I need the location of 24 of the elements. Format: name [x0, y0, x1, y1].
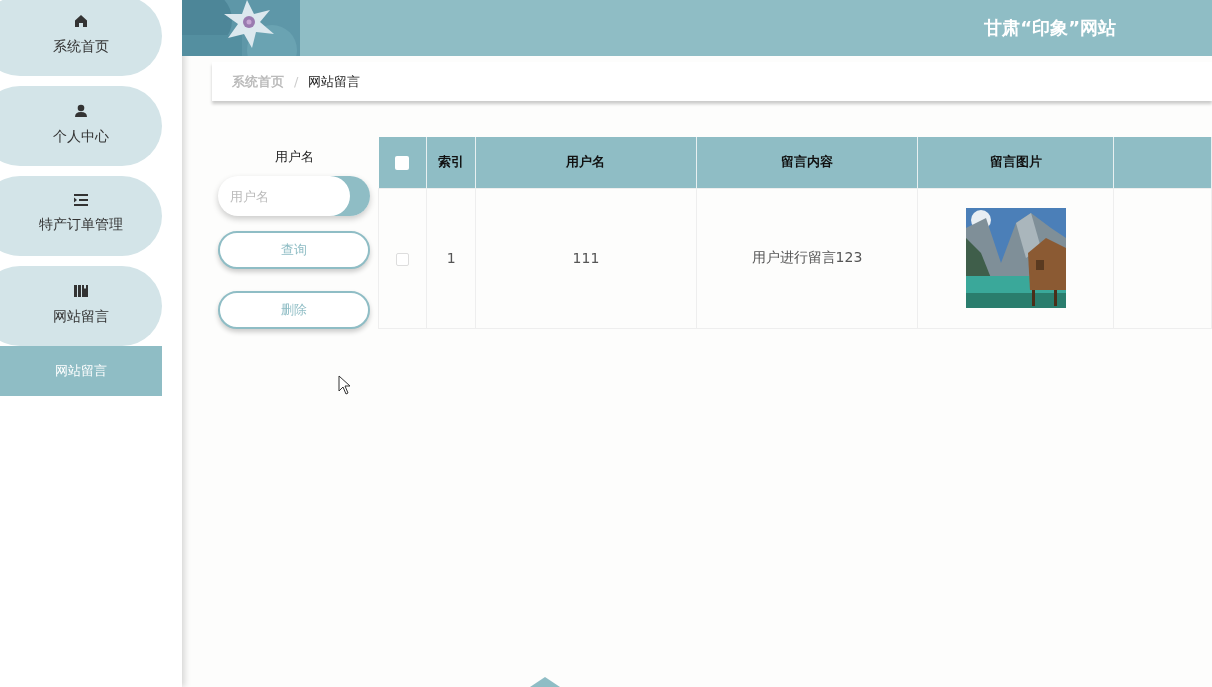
scroll-top-icon[interactable]: [530, 677, 560, 687]
breadcrumb-separator: /: [294, 74, 299, 89]
table-cell: 用户进行留言123: [696, 188, 918, 329]
field-label: 用户名: [274, 148, 314, 166]
column-header: 用户名: [475, 137, 697, 189]
column-header: 留言内容: [696, 137, 918, 189]
column-header: 留言图片: [917, 137, 1114, 189]
select-all-checkbox[interactable]: [395, 156, 410, 171]
username-field[interactable]: 用户名: [218, 176, 370, 216]
row-checkbox[interactable]: [396, 252, 410, 266]
user-icon: [74, 104, 88, 118]
table-cell: 111: [475, 188, 697, 329]
column-header: 索引: [426, 137, 476, 189]
site-title: 甘肃“印象”网站: [984, 16, 1116, 40]
sidebar-item[interactable]: 特产订单管理: [0, 176, 162, 256]
book-icon: [74, 284, 88, 298]
sidebar-item[interactable]: 个人中心: [0, 86, 162, 166]
home-icon: [74, 14, 88, 28]
sidebar-item[interactable]: 网站留言: [0, 266, 162, 346]
table-cell: 1: [426, 188, 476, 329]
breadcrumb-link[interactable]: 网站留言: [308, 72, 361, 91]
list-icon: [74, 194, 88, 206]
sidebar-item[interactable]: 系统首页: [0, 0, 162, 76]
cursor-icon: [338, 375, 351, 395]
